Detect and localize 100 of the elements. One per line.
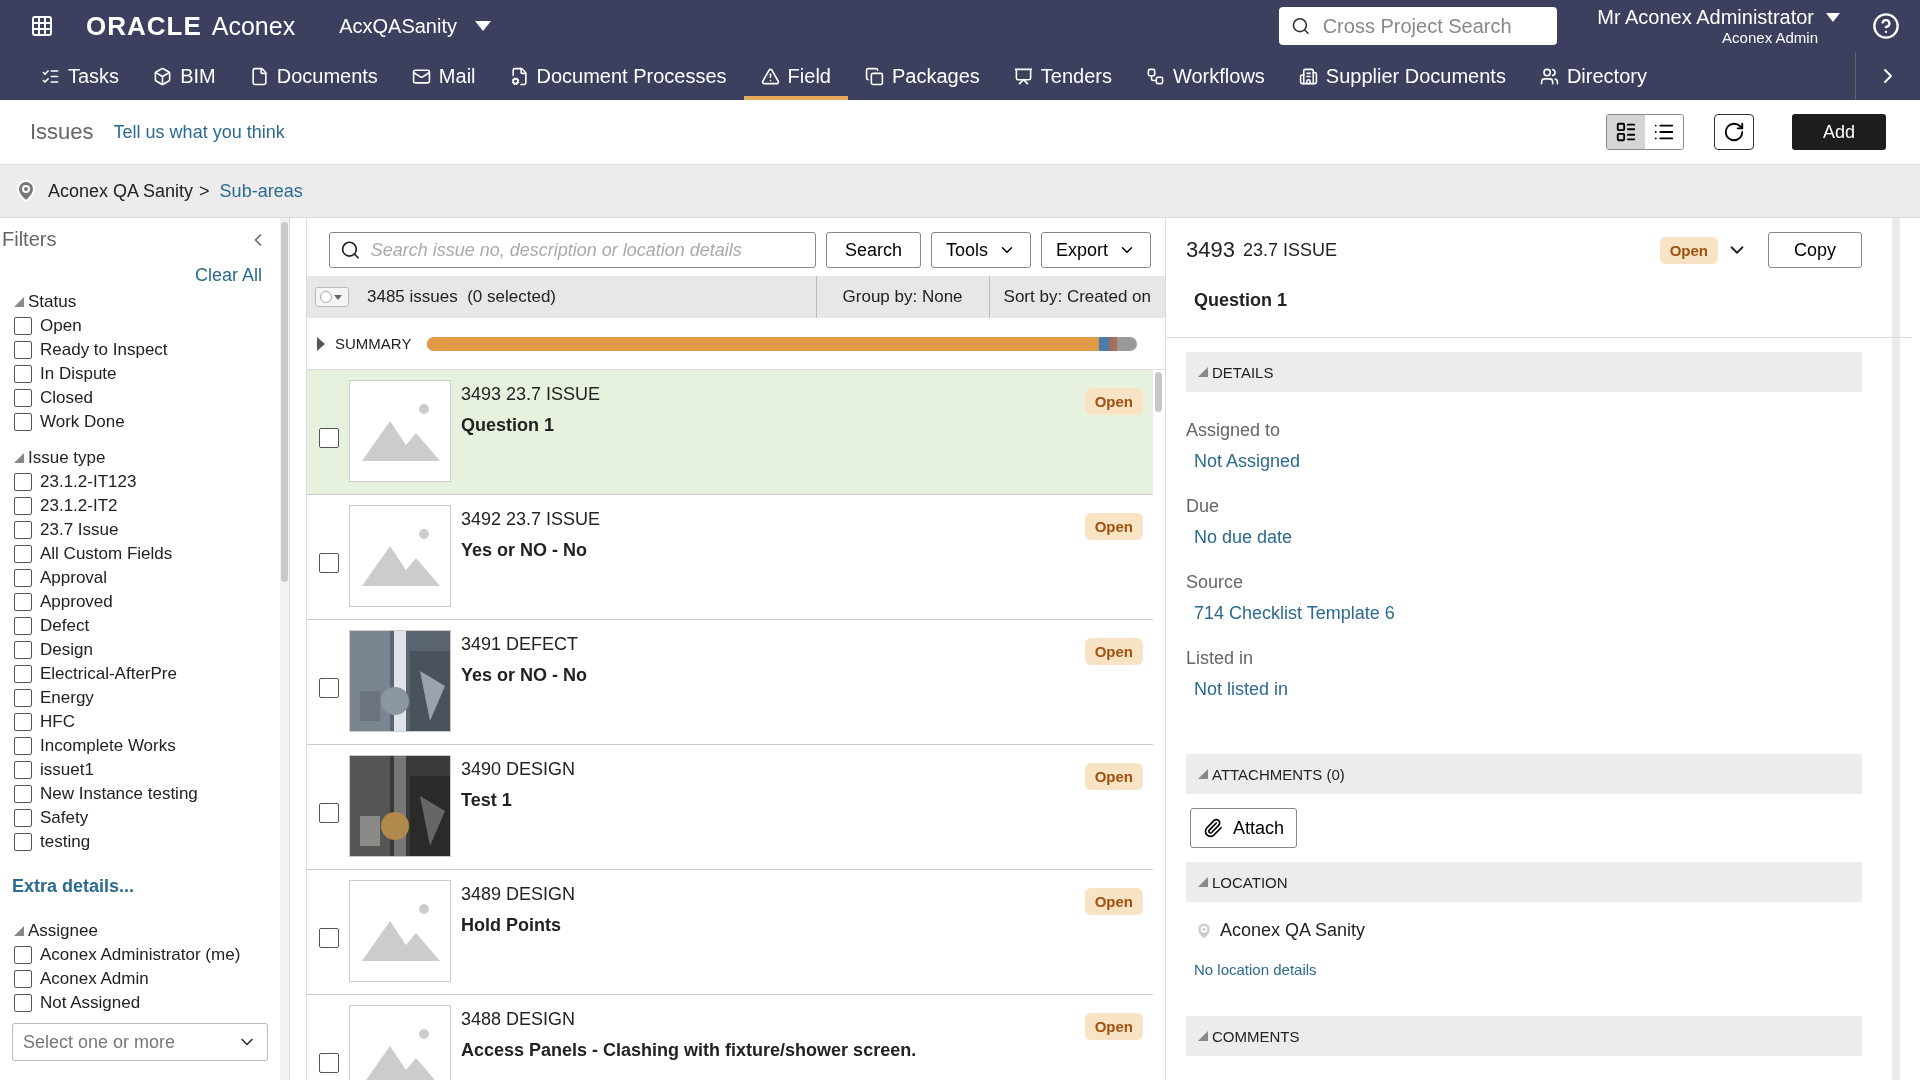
checkbox[interactable] <box>14 545 32 563</box>
checkbox[interactable] <box>14 809 32 827</box>
summary-label[interactable]: SUMMARY <box>335 335 412 352</box>
nav-tab[interactable]: BIM <box>136 52 233 100</box>
checkbox[interactable] <box>14 970 32 988</box>
attach-button[interactable]: Attach <box>1190 808 1298 848</box>
detail-list-icon <box>1615 121 1637 143</box>
checkbox[interactable] <box>14 946 32 964</box>
checkbox[interactable] <box>14 994 32 1012</box>
extra-details-link[interactable]: Extra details... <box>12 876 268 897</box>
location-name: Aconex QA Sanity <box>1220 920 1366 941</box>
checkbox[interactable] <box>14 785 32 803</box>
nav-tab[interactable]: Workflows <box>1128 52 1282 100</box>
select-all-checkbox[interactable] <box>315 287 349 307</box>
nav-tab[interactable]: Supplier Documents <box>1281 52 1523 100</box>
collapse-triangle-icon[interactable] <box>14 297 24 307</box>
checkbox[interactable] <box>319 1053 339 1073</box>
comments-section-header[interactable]: COMMENTS <box>1186 1016 1862 1056</box>
filter-group-title: Status <box>28 292 77 312</box>
checkbox[interactable] <box>14 497 32 515</box>
app-grid-icon[interactable] <box>30 14 54 38</box>
checkbox[interactable] <box>14 737 32 755</box>
nav-tab[interactable]: Tasks <box>24 52 137 100</box>
field-value-link[interactable]: Not listed in <box>1194 679 1892 700</box>
checkbox[interactable] <box>319 553 339 573</box>
scrollbar-thumb[interactable] <box>1155 372 1162 412</box>
help-icon[interactable] <box>1872 12 1900 40</box>
add-button[interactable]: Add <box>1792 114 1886 150</box>
filter-option: Approved <box>40 592 113 612</box>
checkbox[interactable] <box>14 365 32 383</box>
filter-option: Approval <box>40 568 108 588</box>
issue-search-field[interactable]: Search issue no, description or location details <box>329 232 816 268</box>
checkbox[interactable] <box>319 678 339 698</box>
field-value-link[interactable]: Not Assigned <box>1194 451 1892 472</box>
collapse-triangle-icon[interactable] <box>1198 367 1208 377</box>
checkbox[interactable] <box>14 389 32 407</box>
checkbox[interactable] <box>14 593 32 611</box>
filter-option: Energy <box>40 688 94 708</box>
field-value-link[interactable]: No due date <box>1194 527 1892 548</box>
filter-option: issuet1 <box>40 760 94 780</box>
collapse-triangle-icon[interactable] <box>14 926 24 936</box>
checkbox[interactable] <box>14 341 32 359</box>
collapse-triangle-icon[interactable] <box>14 453 24 463</box>
checkbox[interactable] <box>14 317 32 335</box>
checkbox[interactable] <box>14 641 32 659</box>
scrollbar-thumb[interactable] <box>281 222 288 582</box>
caret-icon[interactable] <box>1826 13 1840 22</box>
location-section-header[interactable]: LOCATION <box>1186 862 1862 902</box>
nav-tab[interactable]: Document Processes <box>492 52 744 100</box>
breadcrumb-root[interactable]: Aconex QA Sanity <box>48 180 194 202</box>
checkbox[interactable] <box>14 833 32 851</box>
checkbox[interactable] <box>319 803 339 823</box>
checkbox[interactable] <box>319 428 339 448</box>
checkbox[interactable] <box>14 413 32 431</box>
collapse-triangle-icon[interactable] <box>1198 877 1208 887</box>
copy-button[interactable]: Copy <box>1768 232 1862 268</box>
checkbox[interactable] <box>14 521 32 539</box>
search-icon <box>1291 15 1311 37</box>
nav-tab[interactable]: Field <box>743 52 848 100</box>
checkbox[interactable] <box>14 665 32 683</box>
nav-tab[interactable]: Directory <box>1522 52 1664 100</box>
collapse-triangle-icon[interactable] <box>1198 1031 1208 1041</box>
collapse-triangle-icon[interactable] <box>1198 769 1208 779</box>
cross-project-search-field[interactable]: Cross Project Search <box>1279 7 1558 45</box>
caret-icon[interactable] <box>475 21 491 31</box>
project-name[interactable]: AcxQASanity <box>339 14 457 38</box>
breadcrumb-current[interactable]: Sub-areas <box>219 180 303 202</box>
issue-title: Test 1 <box>461 790 513 811</box>
checkbox[interactable] <box>14 713 32 731</box>
attachments-section-header[interactable]: ATTACHMENTS (0) <box>1186 754 1862 794</box>
group-by-button[interactable]: Group by: None <box>815 276 989 318</box>
checkbox[interactable] <box>14 473 32 491</box>
nav-tab[interactable]: Mail <box>394 52 493 100</box>
nav-tab[interactable]: Packages <box>847 52 997 100</box>
issue-row[interactable]: 3493 23.7 ISSUE Question 1 Open <box>307 370 1153 495</box>
detail-view-button[interactable] <box>1607 115 1645 149</box>
workflow-icon <box>1145 66 1165 86</box>
stacked-windows-icon <box>864 66 884 86</box>
checkbox[interactable] <box>14 617 32 635</box>
feedback-link[interactable]: Tell us what you think <box>113 121 285 143</box>
checkbox[interactable] <box>319 928 339 948</box>
location-details-link[interactable]: No location details <box>1194 961 1892 978</box>
checkbox[interactable] <box>14 689 32 707</box>
nav-tab[interactable]: Tenders <box>996 52 1129 100</box>
filter-option: Aconex Administrator (me) <box>40 945 241 965</box>
tools-button[interactable]: Tools <box>930 232 1031 268</box>
checkbox[interactable] <box>14 761 32 779</box>
clear-all-link[interactable]: Clear All <box>194 265 262 286</box>
expand-triangle-icon[interactable] <box>317 336 325 351</box>
refresh-button[interactable] <box>1714 114 1754 150</box>
nav-tab[interactable]: Documents <box>232 52 395 100</box>
sort-by-button[interactable]: Sort by: Created on <box>988 276 1165 318</box>
search-button[interactable]: Search <box>825 232 921 268</box>
export-button[interactable]: Export <box>1040 232 1151 268</box>
field-value-link[interactable]: 714 Checklist Template 6 <box>1194 603 1892 624</box>
details-section-header[interactable]: DETAILS <box>1186 352 1862 392</box>
checkbox[interactable] <box>14 569 32 587</box>
paperclip-icon <box>1203 818 1223 838</box>
user-name[interactable]: Mr Aconex Administrator <box>1597 6 1814 29</box>
assignee-select[interactable]: Select one or more <box>12 1023 268 1061</box>
